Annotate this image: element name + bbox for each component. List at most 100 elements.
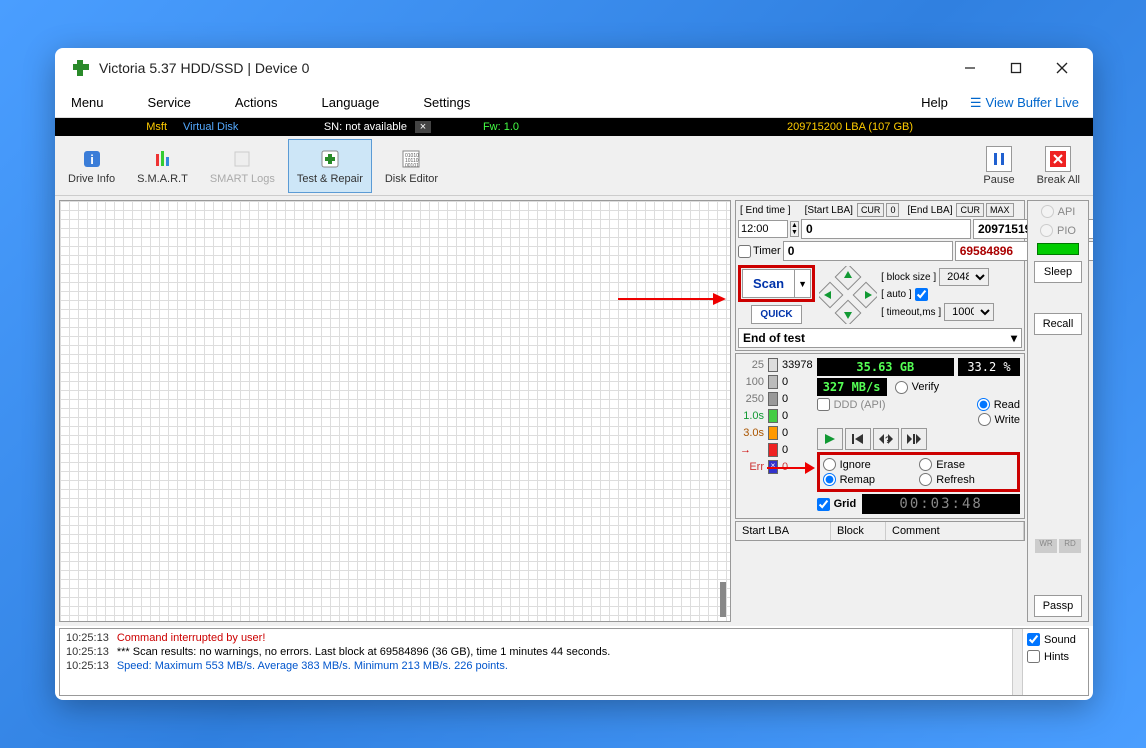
svg-text:00101: 00101 <box>405 163 419 169</box>
editor-icon: 010101011000101 <box>399 147 423 171</box>
menu-service[interactable]: Service <box>136 91 203 114</box>
action-highlight: Ignore Erase Remap Refresh <box>817 452 1020 492</box>
end-time-label: [ End time ] <box>738 205 793 216</box>
test-repair-icon <box>318 147 342 171</box>
nav-diamond <box>819 266 877 324</box>
minimize-button[interactable] <box>947 48 993 88</box>
playback-controls: ? <box>817 428 1020 450</box>
smart-icon <box>150 147 174 171</box>
titlebar: Victoria 5.37 HDD/SSD | Device 0 <box>55 48 1093 88</box>
scan-button[interactable]: Scan <box>742 269 795 298</box>
test-repair-button[interactable]: Test & Repair <box>288 139 372 193</box>
prev-button[interactable] <box>845 428 871 450</box>
right-sidebar: API PIO Sleep Recall WR RD Passp <box>1027 200 1089 622</box>
smart-button[interactable]: S.M.A.R.T <box>128 139 197 193</box>
read-radio[interactable] <box>977 398 990 411</box>
timeout-select[interactable]: 10000 <box>944 303 994 321</box>
info-capacity: 209715200 LBA (107 GB) <box>779 121 1093 133</box>
sound-checkbox[interactable] <box>1027 633 1040 646</box>
play-button[interactable] <box>817 428 843 450</box>
progress-pct: 33.2 % <box>958 358 1020 376</box>
break-icon <box>1045 146 1071 172</box>
passp-button[interactable]: Passp <box>1034 595 1082 617</box>
quick-button[interactable]: QUICK <box>751 305 801 324</box>
defect-table-header: Start LBA Block Comment <box>735 521 1025 541</box>
info-vendor: Msft <box>55 121 175 133</box>
menu-actions[interactable]: Actions <box>223 91 290 114</box>
pause-icon <box>986 146 1012 172</box>
elapsed-time: 00:03:48 <box>862 494 1020 514</box>
info-serial: SN: not available <box>295 121 415 133</box>
auto-label: [ auto ] <box>881 289 912 300</box>
maximize-button[interactable] <box>993 48 1039 88</box>
hints-checkbox[interactable] <box>1027 650 1040 663</box>
drive-info-button[interactable]: i Drive Info <box>59 139 124 193</box>
scan-panel: [ End time ] [Start LBA] CUR 0 [End LBA]… <box>735 200 1025 622</box>
end-cur-button[interactable]: CUR <box>956 203 984 217</box>
window-title: Victoria 5.37 HDD/SSD | Device 0 <box>99 60 309 76</box>
latency-legend: 2533978 1000 2500 1.0s0 3.0s0 →0 Err×0 <box>740 358 813 514</box>
close-button[interactable] <box>1039 48 1085 88</box>
ignore-radio[interactable] <box>823 458 836 471</box>
disk-editor-button[interactable]: 010101011000101 Disk Editor <box>376 139 447 193</box>
start-cur-button[interactable]: CUR <box>857 203 885 217</box>
remap-radio[interactable] <box>823 473 836 486</box>
info-bar: Msft Virtual Disk SN: not available × Fw… <box>55 118 1093 136</box>
info-close-icon[interactable]: × <box>415 121 431 133</box>
pause-button[interactable]: Pause <box>974 139 1023 193</box>
ddd-checkbox[interactable] <box>817 398 830 411</box>
end-lba-label: [End LBA] <box>905 205 954 216</box>
refresh-radio[interactable] <box>919 473 932 486</box>
break-all-button[interactable]: Break All <box>1028 139 1089 193</box>
end-of-test-select[interactable]: End of test▾ <box>738 328 1022 348</box>
stats-panel: 2533978 1000 2500 1.0s0 3.0s0 →0 Err×0 3… <box>735 353 1025 519</box>
next-button[interactable] <box>901 428 927 450</box>
progress-gb: 35.63 GB <box>817 358 954 376</box>
sleep-button[interactable]: Sleep <box>1034 261 1082 283</box>
menu-language[interactable]: Language <box>310 91 392 114</box>
timeout-label: [ timeout,ms ] <box>881 307 941 318</box>
log-area: 10:25:13Command interrupted by user! 10:… <box>59 628 1089 696</box>
app-icon <box>71 58 91 78</box>
menu-settings[interactable]: Settings <box>411 91 482 114</box>
scan-dropdown[interactable]: ▼ <box>795 269 811 298</box>
info-icon: i <box>80 147 104 171</box>
scan-button-highlight: Scan ▼ <box>738 265 815 302</box>
verify-radio[interactable] <box>895 381 908 394</box>
blocksize-label: [ block size ] <box>881 272 936 283</box>
speed-display: 327 MB/s <box>817 378 887 396</box>
grid-checkbox[interactable] <box>817 498 830 511</box>
auto-checkbox[interactable] <box>915 288 928 301</box>
step-button[interactable]: ? <box>873 428 899 450</box>
menubar: Menu Service Actions Language Settings H… <box>55 88 1093 118</box>
start-lba-label: [Start LBA] <box>803 205 855 216</box>
end-max-button[interactable]: MAX <box>986 203 1014 217</box>
timer-checkbox[interactable] <box>738 245 751 258</box>
app-window: Victoria 5.37 HDD/SSD | Device 0 Menu Se… <box>55 48 1093 700</box>
logs-icon <box>230 147 254 171</box>
block-map[interactable] <box>59 200 731 622</box>
end-time-input[interactable] <box>738 220 788 238</box>
write-radio[interactable] <box>978 413 991 426</box>
svg-text:i: i <box>90 152 94 167</box>
current-lba-input[interactable] <box>783 241 953 261</box>
menu-help[interactable]: Help <box>909 91 960 114</box>
status-led <box>1037 243 1079 255</box>
start-lba-input[interactable] <box>801 219 971 239</box>
api-radio <box>1041 205 1054 218</box>
log-scrollbar[interactable] <box>1012 629 1022 695</box>
toolbar: i Drive Info S.M.A.R.T SMART Logs Test &… <box>55 136 1093 196</box>
start-zero-button[interactable]: 0 <box>886 203 899 217</box>
smart-logs-button[interactable]: SMART Logs <box>201 139 284 193</box>
blocksize-select[interactable]: 2048 <box>939 268 989 286</box>
erase-radio[interactable] <box>919 458 932 471</box>
info-model: Virtual Disk <box>175 121 295 133</box>
view-buffer-link[interactable]: ☰View Buffer Live <box>960 91 1089 115</box>
menu-menu[interactable]: Menu <box>59 91 116 114</box>
pio-radio <box>1040 224 1053 237</box>
recall-button[interactable]: Recall <box>1034 313 1082 335</box>
rd-indicator: RD <box>1059 539 1081 553</box>
info-firmware: Fw: 1.0 <box>431 121 571 133</box>
main-area: [ End time ] [Start LBA] CUR 0 [End LBA]… <box>55 196 1093 626</box>
log-lines[interactable]: 10:25:13Command interrupted by user! 10:… <box>60 629 1012 695</box>
